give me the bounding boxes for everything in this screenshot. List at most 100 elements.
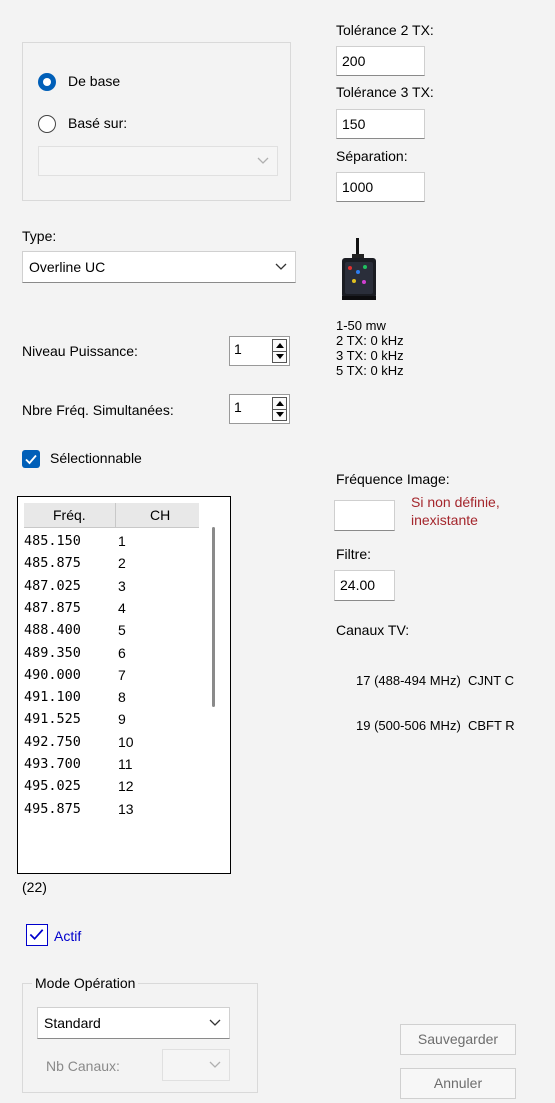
freq-cell: 487.875 xyxy=(24,599,81,616)
tolerance3-input[interactable]: 150 xyxy=(336,109,425,139)
spin-down-icon[interactable] xyxy=(276,354,284,359)
freq-cell: 495.025 xyxy=(24,778,81,795)
device-tx3: 3 TX: 0 kHz xyxy=(336,348,404,363)
tv-channels-label: Canaux TV: xyxy=(336,622,410,638)
channel-cell: 11 xyxy=(118,756,133,772)
nb-channels-select xyxy=(162,1049,230,1081)
chevron-down-icon xyxy=(209,1019,221,1026)
tolerance3-value[interactable]: 150 xyxy=(342,116,365,132)
separation-input[interactable]: 1000 xyxy=(336,172,425,202)
mode-select-value: Standard xyxy=(44,1015,101,1031)
save-button-label: Sauvegarder xyxy=(417,1031,499,1047)
tolerance3-label: Tolérance 3 TX: xyxy=(336,84,434,100)
base-group-box xyxy=(22,42,291,201)
freq-cell: 485.875 xyxy=(24,555,81,572)
type-label: Type: xyxy=(22,228,57,244)
freq-cell: 492.750 xyxy=(24,733,81,750)
radio-base-sur-label[interactable]: Basé sur: xyxy=(68,115,127,131)
channel-cell: 4 xyxy=(118,599,126,616)
channel-cell: 1 xyxy=(118,533,126,549)
chevron-down-icon xyxy=(209,1061,221,1068)
type-select-value: Overline UC xyxy=(29,259,106,275)
image-freq-note: Si non définie, inexistante xyxy=(411,493,500,529)
selectable-label[interactable]: Sélectionnable xyxy=(50,450,142,466)
filter-label: Filtre: xyxy=(336,546,371,562)
channel-cell: 6 xyxy=(118,644,126,661)
channel-cell: 10 xyxy=(118,733,134,750)
radio-de-base-label[interactable]: De base xyxy=(68,73,120,89)
power-level-stepper[interactable]: 1 xyxy=(229,336,290,366)
column-header-ch[interactable]: CH xyxy=(150,507,170,523)
column-header-freq[interactable]: Fréq. xyxy=(53,507,86,523)
transmitter-device-icon xyxy=(342,238,376,300)
cancel-button-label: Annuler xyxy=(433,1075,483,1091)
table-row[interactable]: 490.000 7 xyxy=(24,667,204,689)
spin-up-icon[interactable] xyxy=(276,343,284,348)
channel-cell: 5 xyxy=(118,622,126,639)
power-level-spin-buttons[interactable] xyxy=(272,339,287,363)
save-button[interactable]: Sauvegarder xyxy=(400,1024,516,1055)
list-count: (22) xyxy=(22,879,47,895)
filter-input[interactable]: 24.00 xyxy=(334,570,395,601)
channel-cell: 8 xyxy=(118,689,126,706)
table-row[interactable]: 495.025 12 xyxy=(24,778,204,800)
spin-up-icon[interactable] xyxy=(276,401,284,406)
table-row[interactable]: 491.525 9 xyxy=(24,711,204,733)
tolerance2-value[interactable]: 200 xyxy=(342,53,365,69)
simultaneous-freq-stepper[interactable]: 1 xyxy=(229,394,290,424)
channel-cell: 12 xyxy=(118,778,134,795)
freq-cell: 490.000 xyxy=(24,666,81,683)
freq-cell: 485.150 xyxy=(24,533,81,549)
tv-channel-line: 17 (488-494 MHz) CJNT C xyxy=(356,673,514,688)
tv-channel-line: 19 (500-506 MHz) CBFT R xyxy=(356,718,515,733)
table-row[interactable]: 485.150 1 xyxy=(24,533,204,555)
freq-cell: 487.025 xyxy=(24,577,81,594)
channel-cell: 13 xyxy=(118,800,134,817)
freq-cell: 493.700 xyxy=(24,756,81,772)
mode-select[interactable]: Standard xyxy=(37,1007,230,1039)
checkmark-icon xyxy=(25,454,37,465)
active-label[interactable]: Actif xyxy=(54,928,81,944)
device-power: 1-50 mw xyxy=(336,318,386,333)
channel-cell: 7 xyxy=(118,666,126,683)
type-select[interactable]: Overline UC xyxy=(22,251,296,283)
table-row[interactable]: 487.875 4 xyxy=(24,600,204,622)
simultaneous-freq-value[interactable]: 1 xyxy=(234,399,242,415)
device-info: 1-50 mw 2 TX: 0 kHz 3 TX: 0 kHz 5 TX: 0 … xyxy=(336,318,404,378)
channel-cell: 2 xyxy=(118,555,126,572)
separation-value[interactable]: 1000 xyxy=(342,179,373,195)
selectable-checkbox[interactable] xyxy=(22,450,40,468)
separation-label: Séparation: xyxy=(336,148,408,164)
radio-de-base[interactable] xyxy=(38,73,56,91)
table-row[interactable]: 492.750 10 xyxy=(24,734,204,756)
table-row[interactable]: 488.400 5 xyxy=(24,622,204,644)
tolerance2-input[interactable]: 200 xyxy=(336,46,425,76)
filter-value[interactable]: 24.00 xyxy=(340,577,375,593)
table-row[interactable]: 493.700 11 xyxy=(24,756,204,778)
freq-cell: 491.525 xyxy=(24,711,81,728)
table-row[interactable]: 495.875 13 xyxy=(24,801,204,823)
active-checkbox[interactable] xyxy=(26,924,48,946)
channel-cell: 9 xyxy=(118,711,126,728)
based-on-select xyxy=(38,146,278,176)
radio-base-sur[interactable] xyxy=(38,115,56,133)
mode-group-label: Mode Opération xyxy=(32,975,139,991)
image-freq-input[interactable] xyxy=(334,500,395,531)
list-header: Fréq. CH xyxy=(24,503,199,528)
spin-down-icon[interactable] xyxy=(276,412,284,417)
table-row[interactable]: 489.350 6 xyxy=(24,645,204,667)
image-freq-note-line2: inexistante xyxy=(411,512,478,528)
scrollbar-thumb[interactable] xyxy=(212,527,215,707)
power-level-value[interactable]: 1 xyxy=(234,341,242,357)
power-level-label: Niveau Puissance: xyxy=(22,343,138,359)
cancel-button[interactable]: Annuler xyxy=(400,1068,516,1099)
device-tx2: 2 TX: 0 kHz xyxy=(336,333,404,348)
chevron-down-icon xyxy=(257,157,269,164)
frequency-list[interactable]: Fréq. CH 485.150 1 485.875 2 487.025 3 487.875… xyxy=(17,496,231,874)
table-row[interactable]: 491.100 8 xyxy=(24,689,204,711)
simultaneous-freq-spin-buttons[interactable] xyxy=(272,397,287,421)
table-row[interactable]: 485.875 2 xyxy=(24,555,204,577)
tolerance2-label: Tolérance 2 TX: xyxy=(336,22,434,38)
freq-cell: 491.100 xyxy=(24,689,81,706)
table-row[interactable]: 487.025 3 xyxy=(24,578,204,600)
